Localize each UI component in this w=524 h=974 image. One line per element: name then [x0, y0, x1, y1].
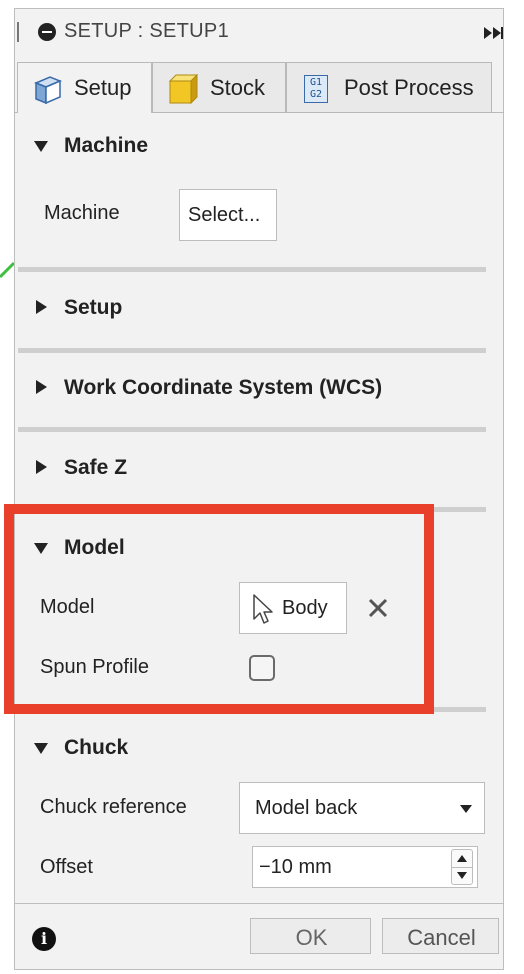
setup-icon: [34, 76, 62, 105]
drag-handle-icon[interactable]: [17, 22, 19, 42]
ok-button[interactable]: OK: [250, 918, 371, 954]
cancel-button[interactable]: Cancel: [382, 918, 499, 954]
machine-select-button[interactable]: Select...: [179, 189, 277, 241]
section-divider: [18, 427, 486, 432]
offset-input[interactable]: −10 mm: [252, 846, 478, 888]
footer-divider: [14, 903, 504, 904]
ok-label: OK: [295, 925, 328, 950]
section-divider: [18, 267, 486, 272]
section-safez-title: Safe Z: [64, 456, 128, 479]
tab-stock[interactable]: Stock: [152, 62, 286, 112]
chuck-reference-value: Model back: [255, 797, 358, 819]
section-safez-header[interactable]: Safe Z: [18, 450, 486, 486]
section-setup-title: Setup: [64, 296, 123, 319]
gcode-icon-line1: G1: [309, 77, 323, 88]
section-machine-header[interactable]: Machine: [18, 128, 486, 164]
gcode-icon-line2: G2: [309, 89, 323, 100]
tab-post-process-label: Post Process: [344, 75, 474, 100]
expand-panel-icon[interactable]: [484, 27, 504, 39]
section-wcs-header[interactable]: Work Coordinate System (WCS): [18, 370, 486, 406]
section-machine-title: Machine: [64, 134, 149, 157]
minus-circle-icon[interactable]: [38, 23, 56, 41]
expand-triangle-icon: [36, 380, 47, 394]
collapse-triangle-icon: [34, 141, 48, 152]
tab-setup[interactable]: Setup: [17, 62, 152, 113]
title-bar[interactable]: SETUP : SETUP1: [14, 8, 504, 58]
chevron-down-icon: [460, 805, 472, 813]
tab-stock-label: Stock: [210, 75, 266, 100]
tab-setup-label: Setup: [74, 75, 132, 100]
chuck-reference-dropdown[interactable]: Model back: [239, 782, 485, 834]
info-icon[interactable]: i: [32, 927, 56, 951]
chuck-reference-label: Chuck reference: [40, 796, 187, 818]
stepper-down-icon[interactable]: [457, 872, 467, 879]
stepper-up-icon[interactable]: [457, 855, 467, 862]
expand-triangle-icon: [36, 300, 47, 314]
machine-label: Machine: [44, 202, 120, 224]
section-chuck-header[interactable]: Chuck: [18, 730, 486, 766]
cancel-label: Cancel: [407, 925, 476, 950]
tab-post-process[interactable]: G1 G2 Post Process: [286, 62, 492, 112]
offset-stepper[interactable]: [451, 849, 473, 885]
section-setup-header[interactable]: Setup: [18, 290, 486, 326]
highlight-box: [4, 504, 434, 714]
window-title: SETUP : SETUP1: [64, 20, 229, 42]
expand-triangle-icon: [36, 460, 47, 474]
machine-select-label: Select...: [188, 204, 261, 226]
section-wcs-title: Work Coordinate System (WCS): [64, 376, 383, 399]
section-chuck-title: Chuck: [64, 736, 129, 759]
offset-value: −10 mm: [259, 856, 332, 878]
section-divider: [434, 707, 486, 712]
stock-icon: [168, 73, 199, 105]
gcode-icon: G1 G2: [304, 75, 328, 103]
offset-label: Offset: [40, 856, 93, 878]
collapse-triangle-icon: [34, 743, 48, 754]
section-divider: [18, 348, 486, 353]
